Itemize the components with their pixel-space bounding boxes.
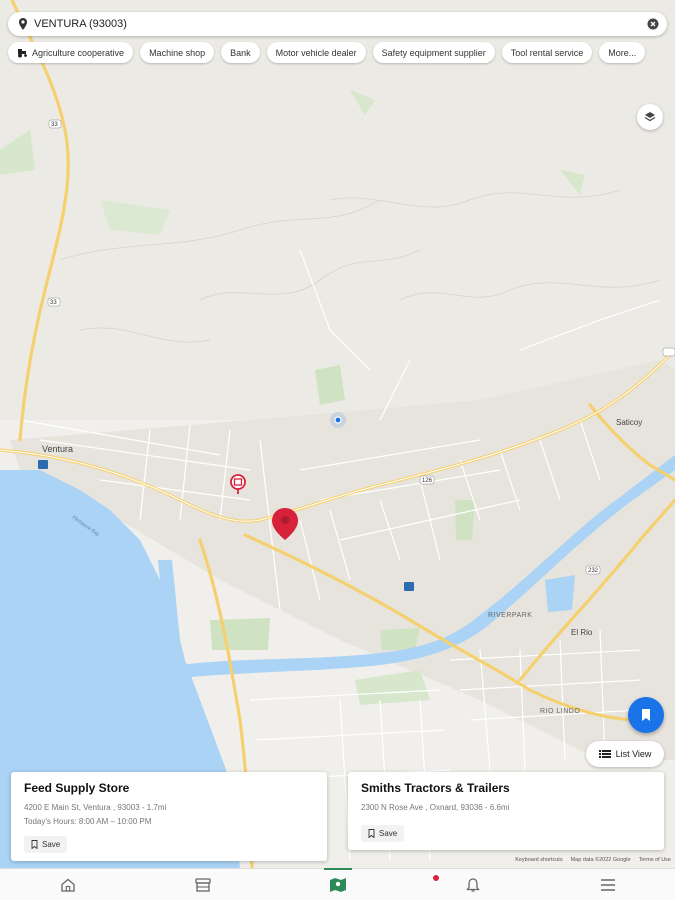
store-name: Feed Supply Store (24, 781, 130, 795)
map-canvas[interactable]: 33 33 126 232 Ventura Saticoy El Rio RIV… (0, 0, 675, 868)
chip-agriculture-cooperative[interactable]: Agriculture cooperative (8, 42, 134, 63)
list-view-label: List View (615, 749, 652, 759)
bookmark-icon (642, 709, 650, 721)
store-icon (194, 877, 211, 892)
tab-notifications[interactable] (405, 869, 540, 900)
bookmark-outline-icon (368, 829, 375, 838)
keyboard-shortcuts-link[interactable]: Keyboard shortcuts (515, 857, 562, 863)
chip-label: Bank (230, 47, 251, 58)
save-label: Save (42, 840, 61, 849)
chip-tool-rental-service[interactable]: Tool rental service (501, 42, 593, 63)
list-view-button[interactable]: List View (586, 741, 664, 767)
save-button[interactable]: Save (24, 836, 68, 853)
hwy-label-232: 232 (588, 568, 599, 574)
chip-label: Motor vehicle dealer (275, 47, 357, 58)
place-label-ventura: Ventura (42, 444, 73, 454)
chip-label: Agriculture cooperative (32, 47, 125, 58)
chip-label: More... (608, 47, 637, 58)
place-label-saticoy: Saticoy (616, 418, 642, 427)
bell-icon (465, 877, 480, 892)
store-name: Smiths Tractors & Trailers (361, 781, 510, 795)
home-icon (60, 878, 75, 892)
result-card[interactable]: Feed Supply Store 4200 E Main St, Ventur… (11, 772, 327, 861)
chip-label: Tool rental service (510, 47, 584, 58)
tractor-icon (18, 49, 27, 58)
location-search-bar[interactable]: VENTURA (93003) (8, 12, 667, 36)
saved-bookmarks-button[interactable] (628, 697, 664, 733)
map-icon (329, 877, 346, 892)
clear-search-icon[interactable] (647, 18, 659, 30)
chip-bank[interactable]: Bank (221, 42, 260, 63)
store-hours: Today's Hours: 8:00 AM – 10:00 PM (24, 817, 152, 826)
save-button[interactable]: Save (361, 825, 405, 842)
current-location-dot (334, 416, 342, 424)
menu-icon (600, 878, 615, 891)
location-pin-icon (19, 18, 27, 30)
tab-home[interactable] (0, 869, 135, 900)
chip-motor-vehicle-dealer[interactable]: Motor vehicle dealer (266, 42, 366, 63)
map-data-credit: Map data ©2022 Google (570, 857, 631, 863)
notification-badge (431, 873, 441, 883)
hwy-label-33: 33 (51, 122, 58, 128)
save-label: Save (379, 829, 398, 838)
chip-label: Machine shop (149, 47, 206, 58)
bottom-tab-bar (0, 868, 675, 900)
terms-of-use-link[interactable]: Terms of Use (639, 857, 671, 863)
chip-label: Safety equipment supplier (381, 47, 486, 58)
chip-safety-equipment-supplier[interactable]: Safety equipment supplier (372, 42, 495, 63)
map-attribution: Keyboard shortcuts Map data ©2022 Google… (515, 857, 671, 863)
result-card[interactable]: Smiths Tractors & Trailers 2300 N Rose A… (348, 772, 664, 850)
location-query-text[interactable]: VENTURA (93003) (34, 18, 647, 30)
bookmark-outline-icon (31, 840, 38, 849)
chip-more[interactable]: More... (599, 42, 646, 63)
hwy-label-33b: 33 (50, 300, 57, 306)
place-label-rio-lindo: RIO LINDO (540, 708, 580, 715)
place-label-riverpark: RIVERPARK (488, 612, 532, 619)
store-address: 2300 N Rose Ave , Oxnard, 93036 - 6.6mi (361, 803, 510, 812)
tab-map[interactable] (270, 868, 405, 900)
place-label-el-rio: El Rio (571, 628, 593, 637)
tab-menu[interactable] (540, 869, 675, 900)
category-chips: Agriculture cooperative Machine shop Ban… (8, 42, 646, 63)
layers-icon (644, 112, 656, 122)
list-icon (598, 750, 611, 758)
store-address: 4200 E Main St, Ventura , 93003 - 1.7mi (24, 803, 167, 812)
hwy-label-126: 126 (422, 478, 433, 484)
tab-stores[interactable] (135, 869, 270, 900)
map-layers-button[interactable] (637, 104, 663, 130)
chip-machine-shop[interactable]: Machine shop (140, 42, 215, 63)
